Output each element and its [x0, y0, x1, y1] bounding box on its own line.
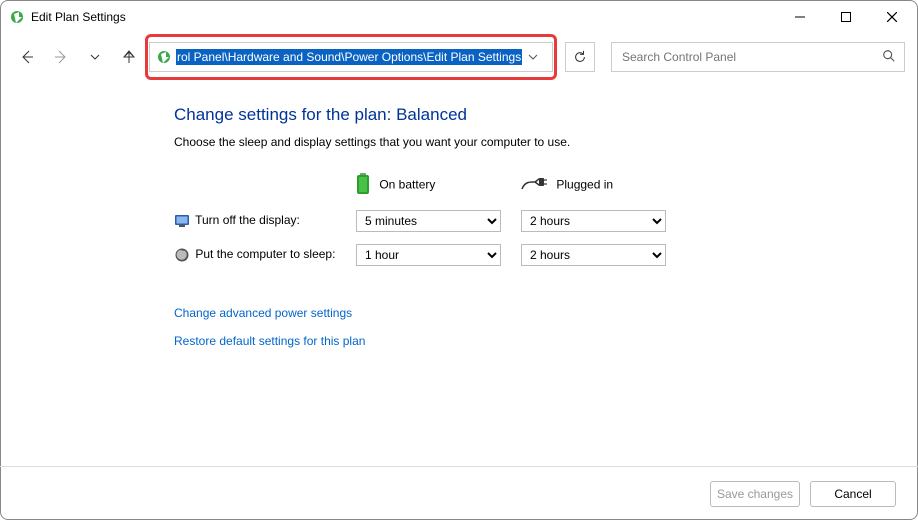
- sleep-battery-combo[interactable]: 1 hour: [356, 244, 501, 266]
- app-icon: [9, 9, 25, 25]
- col-battery-label: On battery: [379, 178, 435, 192]
- footer-bar: Save changes Cancel: [0, 466, 918, 520]
- display-battery-combo[interactable]: 5 minutes: [356, 210, 501, 232]
- save-button[interactable]: Save changes: [710, 481, 800, 507]
- address-bar[interactable]: rol Panel\Hardware and Sound\Power Optio…: [149, 42, 553, 72]
- title-bar: Edit Plan Settings: [1, 1, 917, 33]
- refresh-button[interactable]: [565, 42, 595, 72]
- link-advanced[interactable]: Change advanced power settings: [174, 306, 917, 320]
- row-sleep-label: Put the computer to sleep:: [195, 247, 335, 261]
- plugged-icon: [521, 177, 547, 194]
- col-plugged-label: Plugged in: [556, 178, 613, 192]
- address-dropdown[interactable]: [522, 52, 544, 62]
- maximize-button[interactable]: [823, 2, 869, 32]
- content-pane: Change settings for the plan: Balanced C…: [1, 81, 917, 348]
- minimize-button[interactable]: [777, 2, 823, 32]
- display-plugged-combo[interactable]: 2 hours: [521, 210, 666, 232]
- cancel-button[interactable]: Cancel: [810, 481, 896, 507]
- sleep-plugged-combo[interactable]: 2 hours: [521, 244, 666, 266]
- search-icon[interactable]: [882, 49, 896, 66]
- page-subtitle: Choose the sleep and display settings th…: [174, 135, 917, 149]
- recent-dropdown[interactable]: [81, 43, 109, 71]
- address-path: rol Panel\Hardware and Sound\Power Optio…: [176, 49, 522, 65]
- links-section: Change advanced power settings Restore d…: [174, 306, 917, 348]
- row-display-label: Turn off the display:: [195, 213, 300, 227]
- display-icon: [174, 213, 190, 229]
- nav-toolbar: rol Panel\Hardware and Sound\Power Optio…: [1, 33, 917, 81]
- up-button[interactable]: [115, 43, 143, 71]
- address-bar-wrap: rol Panel\Hardware and Sound\Power Optio…: [149, 38, 553, 76]
- forward-button[interactable]: [47, 43, 75, 71]
- row-sleep: Put the computer to sleep: 1 hour 2 hour…: [174, 238, 676, 272]
- search-box[interactable]: [611, 42, 905, 72]
- back-button[interactable]: [13, 43, 41, 71]
- page-heading: Change settings for the plan: Balanced: [174, 105, 917, 125]
- window-title: Edit Plan Settings: [31, 10, 777, 24]
- battery-icon: [356, 173, 370, 198]
- close-button[interactable]: [869, 2, 915, 32]
- link-restore[interactable]: Restore default settings for this plan: [174, 334, 917, 348]
- control-panel-icon: [156, 49, 172, 65]
- row-display: Turn off the display: 5 minutes 2 hours: [174, 204, 676, 238]
- search-input[interactable]: [620, 49, 882, 65]
- sleep-icon: [174, 247, 190, 263]
- settings-grid: On battery Plugged in Turn off the displ…: [174, 167, 676, 272]
